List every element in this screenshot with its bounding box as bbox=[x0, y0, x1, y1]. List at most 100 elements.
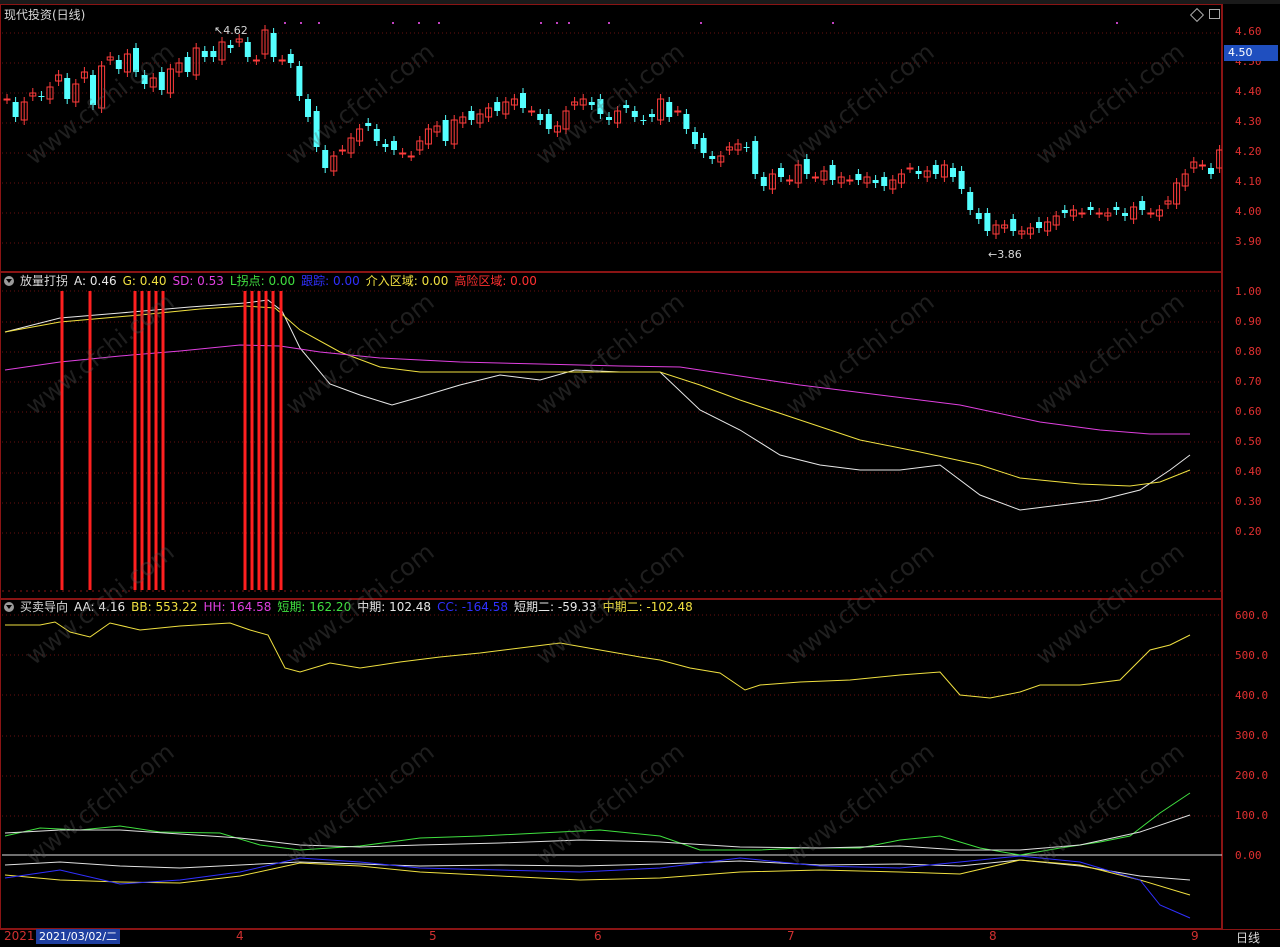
candle-up bbox=[1147, 212, 1155, 215]
candle-down bbox=[537, 114, 544, 120]
candle-down bbox=[210, 51, 217, 57]
candle-down bbox=[1208, 168, 1214, 174]
candle-down bbox=[975, 213, 982, 219]
candle-down bbox=[881, 177, 888, 186]
candle-up bbox=[1198, 164, 1206, 167]
candle-down bbox=[391, 141, 397, 150]
month-label-8: 8 bbox=[989, 929, 997, 943]
year-label: 2021 bbox=[4, 929, 35, 943]
candle-down bbox=[287, 54, 294, 63]
period-label[interactable]: 日线 bbox=[1236, 929, 1260, 946]
candle-up bbox=[3, 98, 11, 101]
signal-dot bbox=[540, 22, 542, 24]
price-axis-tick: 3.90 bbox=[1235, 235, 1262, 248]
candle-up bbox=[846, 179, 854, 182]
candle-down bbox=[305, 99, 311, 117]
candle-down bbox=[1061, 210, 1068, 213]
candle-down bbox=[829, 165, 836, 180]
price-axis-tick: 4.40 bbox=[1235, 85, 1262, 98]
candle-down bbox=[1122, 213, 1128, 216]
candle-down bbox=[640, 120, 647, 121]
ind1-line-G bbox=[4, 305, 1191, 487]
signal-dot bbox=[556, 22, 558, 24]
candle-down bbox=[967, 192, 974, 210]
candle-up bbox=[674, 110, 682, 113]
price-axis-tick: 4.30 bbox=[1235, 115, 1262, 128]
candle-down bbox=[382, 144, 389, 147]
signal-dot bbox=[832, 22, 834, 24]
indicator1-axis-tick: 0.80 bbox=[1235, 345, 1262, 358]
candle-down bbox=[64, 78, 71, 99]
signal-dot bbox=[608, 22, 610, 24]
month-label-4: 4 bbox=[236, 929, 244, 943]
indicator2-axis-tick: 300.0 bbox=[1235, 729, 1269, 742]
indicator1-axis-tick: 0.40 bbox=[1235, 465, 1262, 478]
candle-down bbox=[950, 168, 956, 177]
month-label-7: 7 bbox=[787, 929, 795, 943]
month-label-9: 9 bbox=[1191, 929, 1199, 943]
candle-down bbox=[915, 171, 922, 174]
low-price-label: ←3.86 bbox=[988, 248, 1022, 261]
candle-down bbox=[38, 96, 45, 97]
candle-up bbox=[252, 59, 260, 62]
candle-down bbox=[683, 114, 690, 129]
candle-down bbox=[760, 177, 767, 186]
candle-down bbox=[700, 138, 707, 153]
candle-down bbox=[958, 171, 965, 189]
candle-up bbox=[338, 149, 346, 152]
candle-down bbox=[468, 111, 475, 120]
indicator2-axis-tick: 600.0 bbox=[1235, 609, 1269, 622]
candle-down bbox=[115, 60, 122, 69]
candle-down bbox=[1139, 201, 1146, 210]
candle-down bbox=[631, 111, 638, 117]
current-price-flag: 4.50 bbox=[1224, 45, 1278, 61]
cursor-date-label: 2021/03/02/二 bbox=[36, 929, 121, 944]
candle-down bbox=[872, 180, 879, 183]
candle-down bbox=[1036, 222, 1042, 228]
candle-down bbox=[709, 156, 716, 159]
candle-up bbox=[399, 152, 407, 155]
candle-down bbox=[752, 141, 759, 174]
indicator1-axis-tick: 1.00 bbox=[1235, 285, 1262, 298]
high-price-label: ↖4.62 bbox=[214, 24, 248, 37]
candle-down bbox=[296, 66, 303, 96]
signal-dot bbox=[568, 22, 570, 24]
indicator2-axis-tick: 200.0 bbox=[1235, 769, 1269, 782]
signal-dot bbox=[318, 22, 320, 24]
candle-down bbox=[649, 114, 655, 117]
signal-dot bbox=[392, 22, 394, 24]
candle-down bbox=[442, 120, 449, 141]
candle-up bbox=[786, 179, 794, 182]
indicator1-axis-tick: 0.30 bbox=[1235, 495, 1262, 508]
candle-down bbox=[855, 174, 862, 180]
indicator1-axis-tick: 0.70 bbox=[1235, 375, 1262, 388]
ind1-line-A bbox=[4, 299, 1191, 511]
indicator2-axis-tick: 0.00 bbox=[1235, 849, 1262, 862]
price-axis-tick: 4.20 bbox=[1235, 145, 1262, 158]
candle-down bbox=[184, 57, 191, 72]
candle-down bbox=[201, 51, 208, 57]
indicator1-axis-tick: 0.90 bbox=[1235, 315, 1262, 328]
candle-down bbox=[12, 102, 19, 117]
indicator2-axis-tick: 100.0 bbox=[1235, 809, 1269, 822]
indicator1-axis: 1.00 0.90 0.80 0.70 0.60 0.50 0.40 0.30 0.20 bbox=[1222, 272, 1280, 599]
candle-down bbox=[545, 114, 552, 129]
candle-down bbox=[373, 129, 380, 141]
signal-dot bbox=[438, 22, 440, 24]
ind2-line-short2 bbox=[4, 859, 1191, 881]
indicator1-axis-tick: 0.60 bbox=[1235, 405, 1262, 418]
signal-dot bbox=[700, 22, 702, 24]
candle-down bbox=[666, 102, 673, 117]
indicator2-axis: 600.0 500.0 400.0 300.0 200.0 100.0 0.00 bbox=[1222, 599, 1280, 929]
price-axis-tick: 4.60 bbox=[1235, 25, 1262, 38]
signal-dot bbox=[300, 22, 302, 24]
candle-down bbox=[1113, 207, 1120, 210]
candle-down bbox=[322, 150, 329, 168]
candle-up bbox=[1095, 212, 1103, 215]
indicator1-axis-tick: 0.50 bbox=[1235, 435, 1262, 448]
month-label-6: 6 bbox=[594, 929, 602, 943]
price-axis-tick: 4.10 bbox=[1235, 175, 1262, 188]
indicator2-axis-tick: 500.0 bbox=[1235, 649, 1269, 662]
candle-up bbox=[1078, 212, 1086, 215]
signal-dot bbox=[1116, 22, 1118, 24]
